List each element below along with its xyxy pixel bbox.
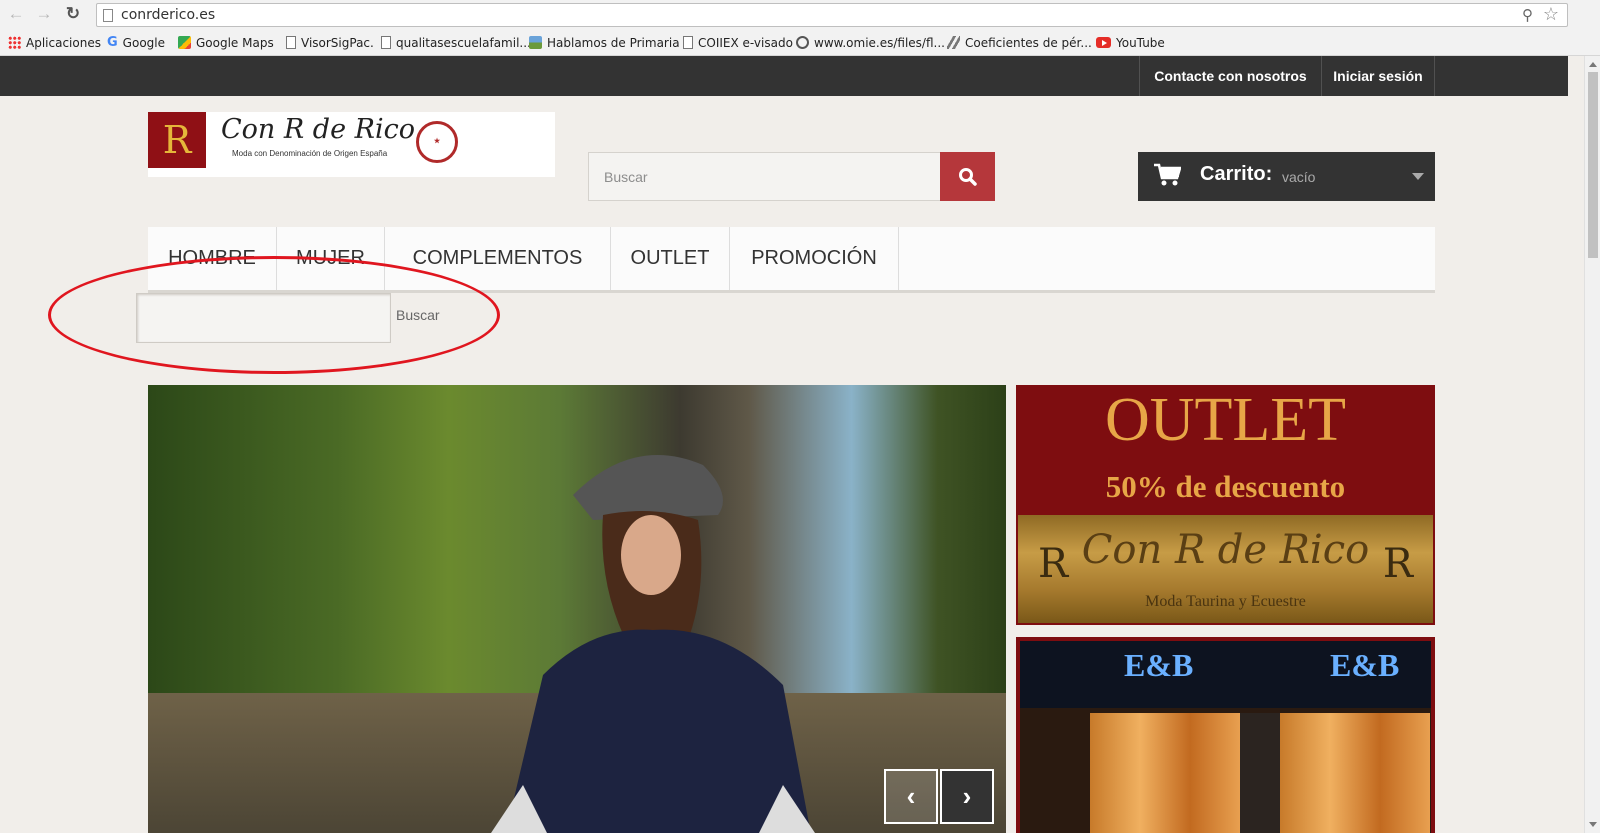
- menu-item-outlet[interactable]: OUTLET: [611, 227, 730, 290]
- cart-label: Carrito:: [1200, 163, 1273, 185]
- bookmark-label: YouTube: [1116, 35, 1165, 50]
- address-url[interactable]: conrderico.es: [121, 7, 215, 23]
- bookmark-label: Google: [122, 35, 165, 50]
- store-banner[interactable]: E&B E&B: [1016, 637, 1435, 833]
- logo-monogram: R: [148, 112, 206, 168]
- bookmark-label: VisorSigPac.: [301, 35, 374, 50]
- bookmark-hablamos[interactable]: Hablamos de Primaria: [529, 34, 680, 51]
- bookmark-label: Google Maps: [196, 35, 274, 50]
- page-icon: [381, 36, 391, 49]
- bookmark-star-icon[interactable]: ☆: [1543, 4, 1559, 25]
- bookmark-apps[interactable]: Aplicaciones: [8, 34, 101, 51]
- seal-icon: ★: [416, 121, 458, 163]
- cart-state: vacío: [1282, 169, 1316, 185]
- shop-door: [1240, 713, 1280, 833]
- login-link[interactable]: Iniciar sesión: [1321, 56, 1435, 96]
- brand-plate: R R Con R de Rico Moda Taurina y Ecuestr…: [1018, 515, 1433, 623]
- site-topbar: Contacte con nosotros Iniciar sesión: [0, 56, 1568, 96]
- image-icon: [529, 36, 542, 49]
- bookmark-label: COIIEX e-visado: [698, 35, 793, 50]
- store-photo: E&B E&B: [1020, 641, 1431, 833]
- bookmark-coiiex[interactable]: COIIEX e-visado: [683, 34, 793, 51]
- bookmarks-bar: Aplicaciones G Google Google Maps VisorSi…: [0, 29, 1600, 56]
- page-icon: [683, 36, 693, 49]
- page-icon: [103, 9, 113, 22]
- page-icon: [286, 36, 296, 49]
- site-logo[interactable]: R Con R de Rico Moda con Denominación de…: [148, 112, 555, 177]
- reload-icon[interactable]: ↻: [63, 4, 83, 24]
- google-icon: G: [107, 35, 118, 50]
- slider-prev-button[interactable]: ‹: [884, 769, 938, 824]
- chevron-down-icon: [1412, 173, 1424, 180]
- forward-icon[interactable]: →: [34, 4, 54, 24]
- shop-window: [1280, 713, 1430, 833]
- bookmark-coeficientes[interactable]: Coeficientes de pér...: [947, 34, 1092, 51]
- address-bar[interactable]: conrderico.es ⚲ ☆: [96, 3, 1568, 27]
- cart-icon: [1154, 163, 1181, 186]
- outlet-banner[interactable]: OUTLET 50% de descuento R R Con R de Ric…: [1016, 385, 1435, 625]
- bookmark-google-maps[interactable]: Google Maps: [178, 34, 274, 51]
- cart-button[interactable]: Carrito: vacío: [1138, 152, 1435, 201]
- bookmark-qualitas[interactable]: qualitasescuelafamil...: [381, 34, 531, 51]
- logo-name: Con R de Rico: [221, 114, 415, 145]
- search-button[interactable]: [940, 152, 995, 201]
- hero-slider-image[interactable]: [148, 385, 1006, 833]
- outlet-discount: 50% de descuento: [1105, 469, 1346, 504]
- slider-next-button[interactable]: ›: [940, 769, 994, 824]
- bookmark-label: www.omie.es/files/fl...: [814, 35, 945, 50]
- contact-link[interactable]: Contacte con nosotros: [1139, 56, 1321, 96]
- page-scrollbar[interactable]: [1584, 56, 1600, 833]
- bookmark-label: Coeficientes de pér...: [965, 35, 1092, 50]
- brand-tagline: Moda Taurina y Ecuestre: [1145, 593, 1306, 610]
- zoom-icon[interactable]: ⚲: [1522, 6, 1533, 24]
- search-icon: [958, 167, 977, 186]
- store-sign: E&B: [1330, 647, 1400, 683]
- youtube-icon: [1096, 37, 1111, 48]
- scrollbar-thumb[interactable]: [1588, 72, 1598, 258]
- bird-icon: [947, 36, 960, 49]
- bookmark-youtube[interactable]: YouTube: [1096, 34, 1165, 51]
- bookmark-label: Hablamos de Primaria: [547, 35, 680, 50]
- search-box: [588, 152, 941, 201]
- bookmark-google[interactable]: G Google: [107, 34, 165, 51]
- back-icon[interactable]: ←: [6, 4, 26, 24]
- shop-window: [1090, 713, 1240, 833]
- store-sign: E&B: [1124, 647, 1194, 683]
- globe-icon: [796, 36, 809, 49]
- bookmark-label: Aplicaciones: [26, 35, 101, 50]
- bookmark-label: qualitasescuelafamil...: [396, 35, 531, 50]
- logo-tagline: Moda con Denominación de Origen España: [232, 149, 388, 158]
- brand-name: Con R de Rico: [1081, 527, 1370, 573]
- outlet-title: OUTLET: [1104, 386, 1347, 454]
- apps-icon: [8, 36, 21, 49]
- search-input[interactable]: [589, 153, 941, 200]
- maps-icon: [178, 36, 191, 49]
- bookmark-visorsigpac[interactable]: VisorSigPac.: [286, 34, 374, 51]
- model-illustration: [491, 455, 815, 833]
- browser-toolbar: ← → ↻ conrderico.es ⚲ ☆: [0, 0, 1600, 29]
- bookmark-omie[interactable]: www.omie.es/files/fl...: [796, 34, 945, 51]
- scroll-up-icon[interactable]: [1589, 62, 1597, 67]
- scroll-down-icon[interactable]: [1589, 822, 1597, 827]
- menu-item-promocion[interactable]: PROMOCIÓN: [730, 227, 899, 290]
- annotation-ellipse: [48, 256, 500, 374]
